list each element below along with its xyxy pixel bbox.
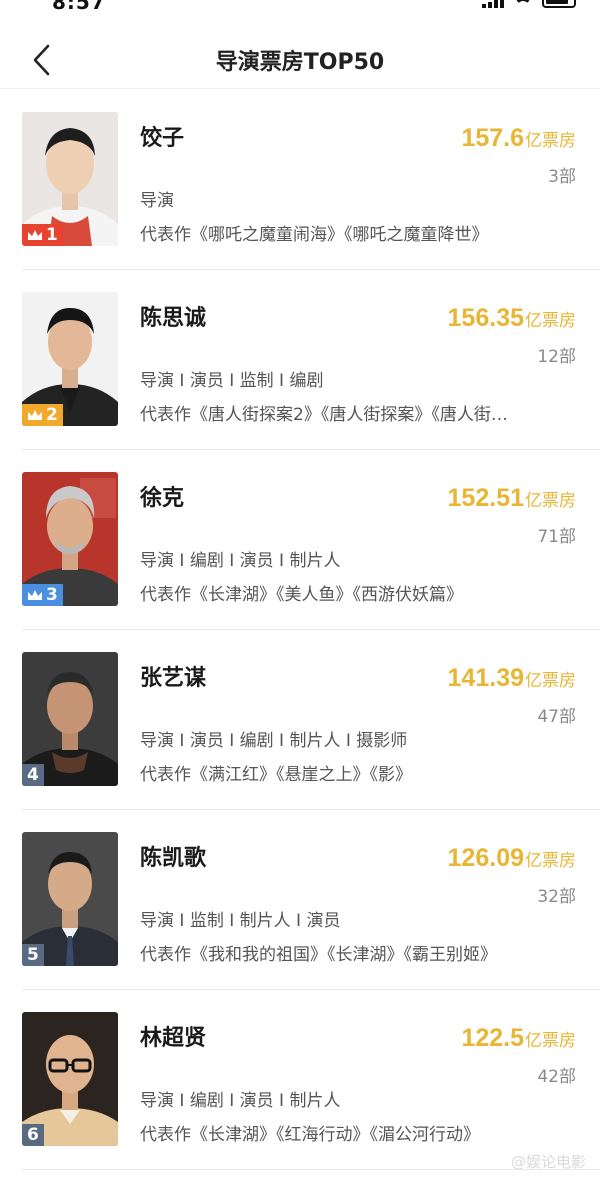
header-divider: [0, 88, 600, 89]
film-count: 47部: [537, 707, 576, 727]
box-office-unit: 亿票房: [525, 311, 576, 331]
director-name: 陈思诚: [140, 306, 207, 331]
box-office-unit: 亿票房: [525, 671, 576, 691]
representative-works: 代表作《长津湖》《美人鱼》《西游伏妖篇》: [140, 585, 463, 605]
director-row[interactable]: 5 陈凯歌 126.09 亿票房 32部 导演 I 监制 I 制片人 I 演员 …: [0, 810, 600, 990]
crown-icon: [28, 410, 42, 420]
director-photo: 4: [22, 652, 118, 786]
representative-works: 代表作《我和我的祖国》《长津湖》《霸王别姬》: [140, 945, 497, 965]
box-office-value: 157.6: [461, 124, 524, 152]
director-name: 陈凯歌: [140, 846, 207, 871]
representative-works: 代表作《哪吒之魔童闹海》《哪吒之魔童降世》: [140, 225, 489, 245]
director-list: 1 饺子 157.6 亿票房 3部 导演 代表作《哪吒之魔童闹海》《哪吒之魔童降…: [0, 90, 600, 1170]
rank-number: 1: [46, 225, 58, 245]
director-name: 林超贤: [140, 1026, 207, 1051]
film-count: 12部: [537, 347, 576, 367]
box-office: 156.35 亿票房: [448, 304, 576, 333]
rank-badge: 2: [22, 404, 63, 426]
rank-number: 3: [46, 585, 58, 605]
rank-badge: 1: [22, 224, 63, 246]
status-bar: 8:57: [0, 0, 600, 14]
director-roles: 导演 I 编剧 I 演员 I 制片人: [140, 1091, 341, 1111]
rank-number: 5: [27, 945, 39, 965]
crown-icon: [28, 590, 42, 600]
box-office: 122.5 亿票房: [461, 1024, 576, 1053]
box-office: 141.39 亿票房: [448, 664, 576, 693]
box-office: 126.09 亿票房: [448, 844, 576, 873]
box-office-value: 156.35: [447, 304, 524, 332]
nav-header: 导演票房TOP50: [0, 28, 600, 90]
film-count: 32部: [537, 887, 576, 907]
director-name: 饺子: [140, 126, 185, 151]
director-roles: 导演 I 编剧 I 演员 I 制片人: [140, 551, 341, 571]
director-roles: 导演: [140, 191, 174, 211]
page-title: 导演票房TOP50: [215, 50, 385, 75]
director-row[interactable]: 3 徐克 152.51 亿票房 71部 导演 I 编剧 I 演员 I 制片人 代…: [0, 450, 600, 630]
box-office-unit: 亿票房: [525, 131, 576, 151]
crown-icon: [28, 230, 42, 240]
status-icons: [482, 0, 576, 8]
status-time: 8:57: [52, 0, 106, 14]
box-office-value: 152.51: [447, 484, 524, 512]
director-roles: 导演 I 演员 I 编剧 I 制片人 I 摄影师: [140, 731, 408, 751]
rank-badge: 4: [22, 764, 44, 786]
film-count: 3部: [548, 167, 576, 187]
director-photo: 2: [22, 292, 118, 426]
box-office-unit: 亿票房: [525, 1031, 576, 1051]
box-office-value: 122.5: [461, 1024, 524, 1052]
battery-icon: [542, 0, 576, 8]
rank-number: 2: [46, 405, 58, 425]
box-office: 157.6 亿票房: [461, 124, 576, 153]
watermark-text: @娱论电影: [510, 1153, 586, 1171]
film-count: 71部: [537, 527, 576, 547]
signal-icon: [482, 0, 504, 8]
representative-works: 代表作《满江红》《悬崖之上》《影》: [140, 765, 412, 785]
representative-works: 代表作《唐人街探案2》《唐人街探案》《唐人街…: [140, 405, 508, 425]
director-row[interactable]: 4 张艺谋 141.39 亿票房 47部 导演 I 演员 I 编剧 I 制片人 …: [0, 630, 600, 810]
director-row[interactable]: 1 饺子 157.6 亿票房 3部 导演 代表作《哪吒之魔童闹海》《哪吒之魔童降…: [0, 90, 600, 270]
wifi-icon: [514, 0, 532, 8]
director-roles: 导演 I 监制 I 制片人 I 演员: [140, 911, 341, 931]
director-name: 张艺谋: [140, 666, 207, 691]
director-photo: 1: [22, 112, 118, 246]
box-office-unit: 亿票房: [525, 851, 576, 871]
director-photo: 5: [22, 832, 118, 966]
watermark: @娱论电影: [511, 1151, 586, 1172]
director-photo: 6: [22, 1012, 118, 1146]
representative-works: 代表作《长津湖》《红海行动》《湄公河行动》: [140, 1125, 480, 1145]
rank-badge: 3: [22, 584, 63, 606]
rank-number: 6: [27, 1125, 39, 1145]
director-row[interactable]: 2 陈思诚 156.35 亿票房 12部 导演 I 演员 I 监制 I 编剧 代…: [0, 270, 600, 450]
rank-badge: 6: [22, 1124, 44, 1146]
director-row[interactable]: 6 林超贤 122.5 亿票房 42部 导演 I 编剧 I 演员 I 制片人 代…: [0, 990, 600, 1170]
director-roles: 导演 I 演员 I 监制 I 编剧: [140, 371, 324, 391]
rank-badge: 5: [22, 944, 44, 966]
director-photo: 3: [22, 472, 118, 606]
film-count: 42部: [537, 1067, 576, 1087]
rank-number: 4: [27, 765, 39, 785]
box-office-unit: 亿票房: [525, 491, 576, 511]
director-name: 徐克: [140, 486, 185, 511]
box-office-value: 141.39: [447, 664, 524, 692]
box-office: 152.51 亿票房: [448, 484, 576, 513]
box-office-value: 126.09: [447, 844, 524, 872]
